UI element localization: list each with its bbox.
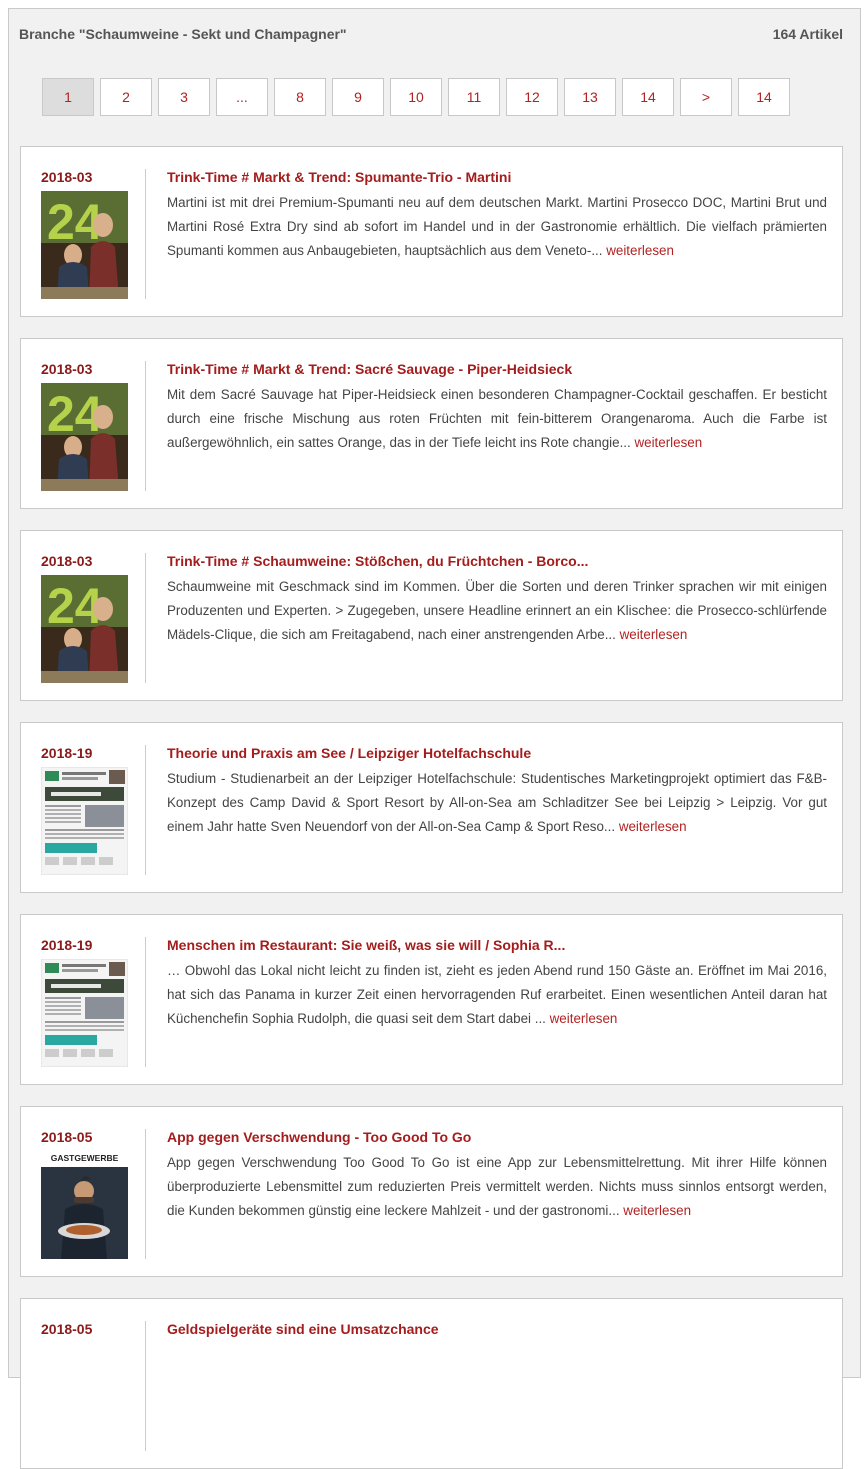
read-more-link[interactable]: weiterlesen bbox=[619, 819, 687, 834]
divider bbox=[145, 553, 146, 683]
article-title-link[interactable]: Theorie und Praxis am See / Leipziger Ho… bbox=[167, 745, 827, 761]
article-excerpt: App gegen Verschwendung Too Good To Go i… bbox=[167, 1155, 827, 1218]
read-more-link[interactable]: weiterlesen bbox=[606, 243, 674, 258]
magazine-24-cover-image[interactable]: 24 bbox=[41, 383, 128, 491]
pagination: 1 2 3 ... 8 9 10 11 12 13 14 > 14 bbox=[42, 78, 790, 118]
article-card: 2018-03 24 Trink-Time # Markt & Trend: S… bbox=[20, 146, 843, 317]
article-card: 2018-03 24 Trink-Time # Markt & Trend: S… bbox=[20, 338, 843, 509]
article-date: 2018-19 bbox=[41, 937, 93, 953]
page-3-button[interactable]: 3 bbox=[158, 78, 210, 116]
article-title-link[interactable]: Trink-Time # Markt & Trend: Spumante-Tri… bbox=[167, 169, 827, 185]
page-12-button[interactable]: 12 bbox=[506, 78, 558, 116]
article-title-link[interactable]: Trink-Time # Markt & Trend: Sacré Sauvag… bbox=[167, 361, 827, 377]
page-14-button[interactable]: 14 bbox=[622, 78, 674, 116]
next-page-button[interactable]: > bbox=[680, 78, 732, 116]
read-more-link[interactable]: weiterlesen bbox=[623, 1203, 691, 1218]
page-9-button[interactable]: 9 bbox=[332, 78, 384, 116]
divider bbox=[145, 745, 146, 875]
read-more-link[interactable]: weiterlesen bbox=[620, 627, 688, 642]
page-11-button[interactable]: 11 bbox=[448, 78, 500, 116]
divider bbox=[145, 1129, 146, 1259]
page-1-button[interactable]: 1 bbox=[42, 78, 94, 116]
article-card: 2018-03 24 Trink-Time # Schaumweine: Stö… bbox=[20, 530, 843, 701]
read-more-link[interactable]: weiterlesen bbox=[634, 435, 702, 450]
page-ellipsis-button[interactable]: ... bbox=[216, 78, 268, 116]
article-card: 2018-05 GASTGEWERBE App gegen Verschwend… bbox=[20, 1106, 843, 1277]
article-card: 2018-05 Geldspielgeräte sind eine Umsatz… bbox=[20, 1298, 843, 1469]
page-8-button[interactable]: 8 bbox=[274, 78, 326, 116]
article-count: 164 Artikel bbox=[772, 26, 843, 42]
newspaper-cover-image[interactable] bbox=[41, 767, 128, 875]
article-title-link[interactable]: Geldspielgeräte sind eine Umsatzchance bbox=[167, 1321, 827, 1337]
divider bbox=[145, 361, 146, 491]
article-date: 2018-19 bbox=[41, 745, 93, 761]
article-date: 2018-03 bbox=[41, 169, 93, 185]
list-header: Branche "Schaumweine - Sekt und Champagn… bbox=[19, 26, 843, 42]
article-date: 2018-03 bbox=[41, 553, 93, 569]
magazine-24-cover-image[interactable]: 24 bbox=[41, 575, 128, 683]
divider bbox=[145, 937, 146, 1067]
page-13-button[interactable]: 13 bbox=[564, 78, 616, 116]
last-page-button[interactable]: 14 bbox=[738, 78, 790, 116]
magazine-24-cover-image[interactable]: 24 bbox=[41, 191, 128, 299]
page-10-button[interactable]: 10 bbox=[390, 78, 442, 116]
svg-text:GASTGEWERBE: GASTGEWERBE bbox=[51, 1153, 119, 1163]
article-excerpt: Schaumweine mit Geschmack sind im Kommen… bbox=[167, 579, 827, 642]
page-2-button[interactable]: 2 bbox=[100, 78, 152, 116]
article-excerpt: … Obwohl das Lokal nicht leicht zu finde… bbox=[167, 963, 827, 1026]
newspaper-cover-image[interactable] bbox=[41, 959, 128, 1067]
article-excerpt: Studium - Studienarbeit an der Leipziger… bbox=[167, 771, 827, 834]
read-more-link[interactable]: weiterlesen bbox=[550, 1011, 618, 1026]
article-date: 2018-03 bbox=[41, 361, 93, 377]
article-title-link[interactable]: Menschen im Restaurant: Sie weiß, was si… bbox=[167, 937, 827, 953]
article-excerpt: Mit dem Sacré Sauvage hat Piper-Heidsiec… bbox=[167, 387, 827, 450]
article-card: 2018-19 Theorie und Praxis am See / Leip… bbox=[20, 722, 843, 893]
article-title-link[interactable]: Trink-Time # Schaumweine: Stößchen, du F… bbox=[167, 553, 827, 569]
divider bbox=[145, 1321, 146, 1451]
divider bbox=[145, 169, 146, 299]
article-date: 2018-05 bbox=[41, 1129, 93, 1145]
gastgewerbe-cover-image[interactable]: GASTGEWERBE bbox=[41, 1151, 128, 1259]
page-title: Branche "Schaumweine - Sekt und Champagn… bbox=[19, 26, 347, 42]
article-title-link[interactable]: App gegen Verschwendung - Too Good To Go bbox=[167, 1129, 827, 1145]
article-excerpt: Martini ist mit drei Premium-Spumanti ne… bbox=[167, 195, 827, 258]
article-date: 2018-05 bbox=[41, 1321, 93, 1337]
article-card: 2018-19 Menschen im Restaurant: Sie weiß… bbox=[20, 914, 843, 1085]
